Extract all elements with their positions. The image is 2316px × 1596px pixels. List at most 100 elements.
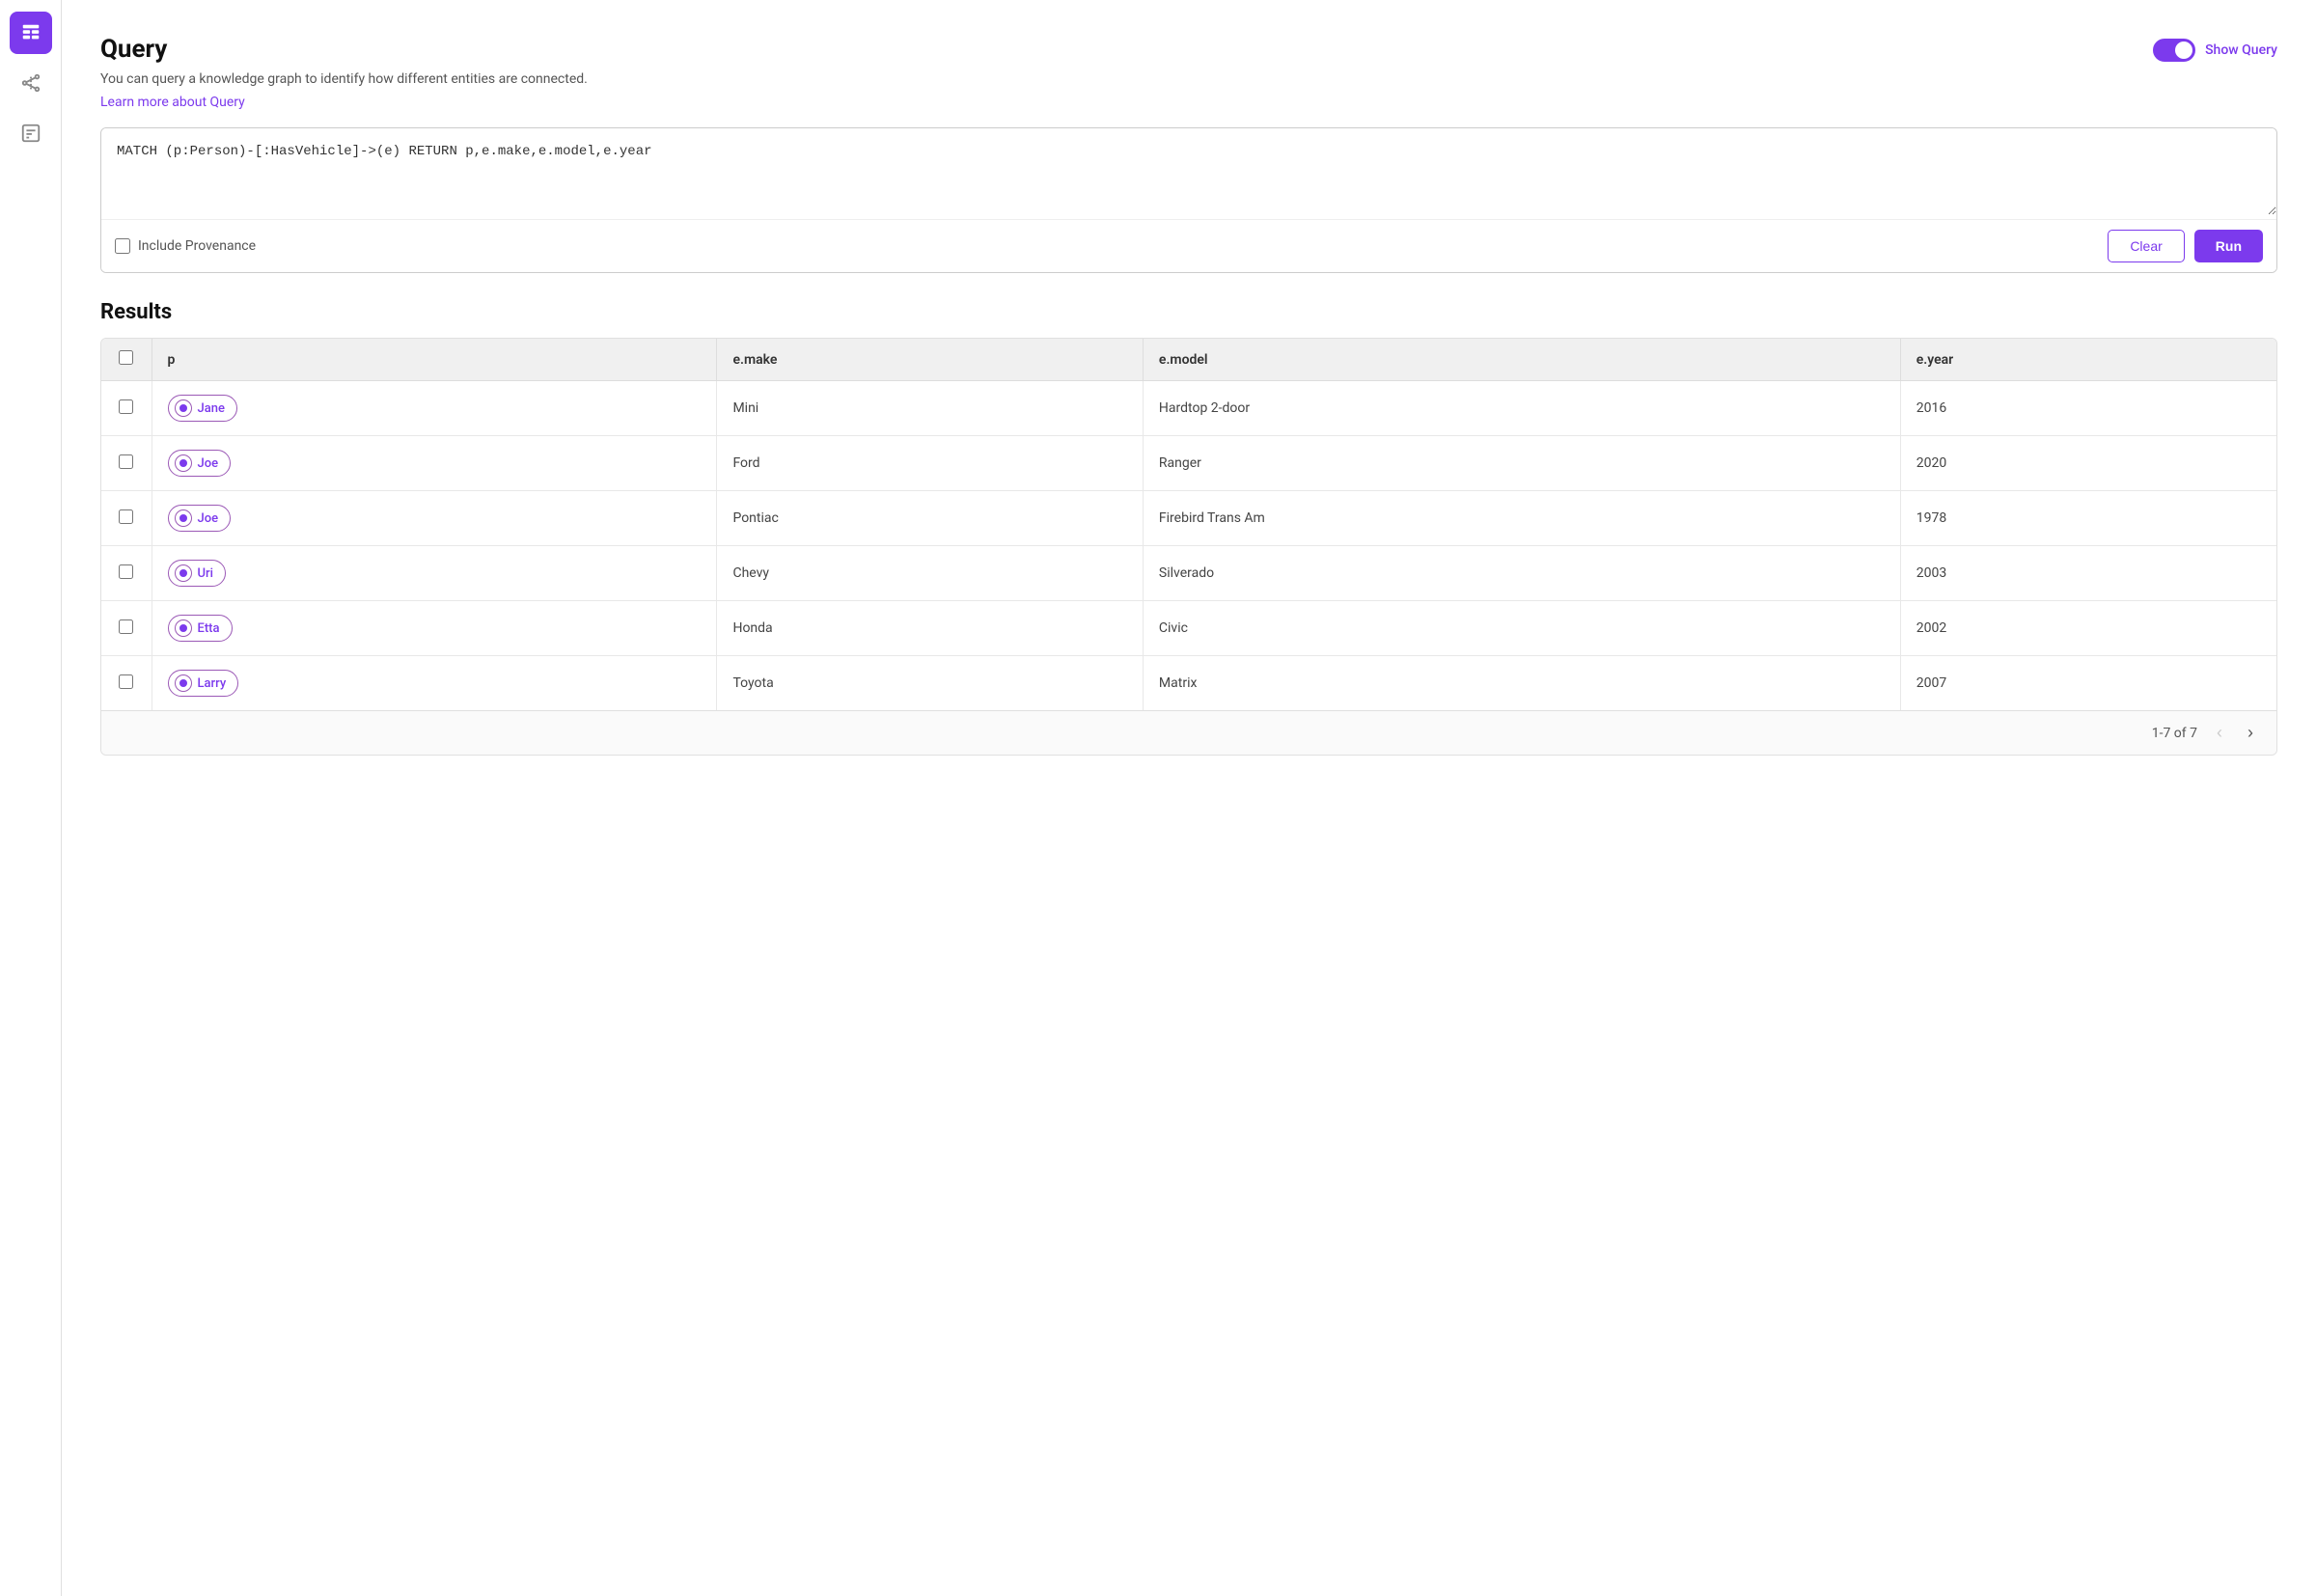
entity-chip-label: Joe	[198, 511, 219, 526]
pagination-prev[interactable]: ‹	[2211, 721, 2228, 745]
row-checkbox[interactable]	[119, 674, 133, 689]
row-eyear-cell: 2003	[1900, 546, 2276, 601]
row-select-cell	[101, 381, 152, 436]
entity-chip-icon-inner	[179, 679, 187, 687]
row-emodel-cell: Matrix	[1143, 656, 1900, 711]
th-eyear: e.year	[1900, 339, 2276, 381]
entity-chip-icon	[175, 564, 192, 582]
query-textarea[interactable]	[101, 128, 2276, 215]
row-select-cell	[101, 436, 152, 491]
row-eyear-cell: 2007	[1900, 656, 2276, 711]
entity-chip-icon	[175, 454, 192, 472]
row-p-cell: Uri	[152, 546, 717, 601]
row-emodel-cell: Firebird Trans Am	[1143, 491, 1900, 546]
row-p-cell: Larry	[152, 656, 717, 711]
results-title: Results	[100, 300, 2277, 324]
table-header: p e.make e.model e.year	[101, 339, 2276, 381]
toggle-thumb	[2175, 41, 2192, 59]
pagination-next[interactable]: ›	[2242, 721, 2259, 745]
row-eyear-cell: 2016	[1900, 381, 2276, 436]
pagination-info: 1-7 of 7	[2152, 726, 2197, 741]
table-row: Joe PontiacFirebird Trans Am1978	[101, 491, 2276, 546]
sidebar-item-graph[interactable]	[10, 62, 52, 104]
row-select-cell	[101, 491, 152, 546]
entity-chip-icon	[175, 399, 192, 417]
row-emake-cell: Toyota	[717, 656, 1143, 711]
graph-icon	[20, 72, 41, 94]
row-p-cell: Joe	[152, 491, 717, 546]
edit-icon	[20, 123, 41, 144]
row-checkbox[interactable]	[119, 509, 133, 524]
show-query-label: Show Query	[2205, 42, 2277, 58]
entity-chip-icon	[175, 619, 192, 637]
row-checkbox[interactable]	[119, 564, 133, 579]
entity-chip-icon-inner	[179, 569, 187, 577]
results-table: p e.make e.model e.year Jane MiniHardtop …	[101, 339, 2276, 710]
row-emake-cell: Chevy	[717, 546, 1143, 601]
entity-chip[interactable]: Jane	[168, 395, 237, 422]
entity-chip[interactable]: Joe	[168, 450, 232, 477]
entity-chip-label: Joe	[198, 456, 219, 471]
page-title: Query	[100, 35, 588, 64]
show-query-toggle-row: Show Query	[2153, 39, 2277, 62]
sidebar-item-edit[interactable]	[10, 112, 52, 154]
sidebar	[0, 0, 62, 1596]
row-select-cell	[101, 601, 152, 656]
sidebar-item-table[interactable]	[10, 12, 52, 54]
row-p-cell: Jane	[152, 381, 717, 436]
query-footer: Include Provenance Clear Run	[101, 219, 2276, 272]
entity-chip-label: Etta	[198, 621, 220, 636]
include-provenance-text: Include Provenance	[138, 238, 256, 254]
entity-chip-label: Larry	[198, 676, 227, 691]
table-row: EttaHondaCivic2002	[101, 601, 2276, 656]
th-emodel: e.model	[1143, 339, 1900, 381]
row-emake-cell: Honda	[717, 601, 1143, 656]
entity-chip-icon	[175, 509, 192, 527]
table-icon	[20, 22, 41, 43]
row-emodel-cell: Ranger	[1143, 436, 1900, 491]
entity-chip[interactable]: Etta	[168, 615, 233, 642]
row-checkbox[interactable]	[119, 399, 133, 414]
row-p-cell: Joe	[152, 436, 717, 491]
clear-button[interactable]: Clear	[2108, 230, 2184, 262]
results-table-wrap: p e.make e.model e.year Jane MiniHardtop …	[100, 338, 2277, 756]
row-emodel-cell: Silverado	[1143, 546, 1900, 601]
entity-chip-icon-inner	[179, 514, 187, 522]
row-select-cell	[101, 546, 152, 601]
select-all-checkbox[interactable]	[119, 350, 133, 365]
entity-chip-label: Uri	[198, 566, 213, 581]
show-query-toggle[interactable]	[2153, 39, 2195, 62]
row-checkbox[interactable]	[119, 619, 133, 634]
row-eyear-cell: 2020	[1900, 436, 2276, 491]
th-emake: e.make	[717, 339, 1143, 381]
learn-more-link[interactable]: Learn more about Query	[100, 95, 245, 110]
row-emodel-cell: Civic	[1143, 601, 1900, 656]
table-footer: 1-7 of 7 ‹ ›	[101, 710, 2276, 755]
table-body: JaneMiniHardtop 2-door2016JoeFordRanger2…	[101, 381, 2276, 711]
row-eyear-cell: 1978	[1900, 491, 2276, 546]
entity-chip-label: Jane	[198, 401, 225, 416]
entity-chip-icon-inner	[179, 459, 187, 467]
entity-chip[interactable]: Uri	[168, 560, 226, 587]
table-row: Jane MiniHardtop 2-door2016	[101, 381, 2276, 436]
table-row: Larry ToyotaMatrix2007	[101, 656, 2276, 711]
entity-chip[interactable]: Joe	[168, 505, 232, 532]
toggle-track	[2153, 39, 2195, 62]
include-provenance-label[interactable]: Include Provenance	[115, 238, 256, 254]
entity-chip[interactable]: Larry	[168, 670, 239, 697]
th-p: p	[152, 339, 717, 381]
row-emake-cell: Ford	[717, 436, 1143, 491]
entity-chip-icon-inner	[179, 624, 187, 632]
row-p-cell: Etta	[152, 601, 717, 656]
entity-chip-icon-inner	[179, 404, 187, 412]
row-checkbox[interactable]	[119, 454, 133, 469]
run-button[interactable]: Run	[2194, 230, 2263, 262]
query-buttons: Clear Run	[2108, 230, 2263, 262]
row-emake-cell: Mini	[717, 381, 1143, 436]
row-emodel-cell: Hardtop 2-door	[1143, 381, 1900, 436]
row-emake-cell: Pontiac	[717, 491, 1143, 546]
header-left: Query You can query a knowledge graph to…	[100, 35, 588, 110]
table-header-row: p e.make e.model e.year	[101, 339, 2276, 381]
th-select	[101, 339, 152, 381]
include-provenance-checkbox[interactable]	[115, 238, 130, 254]
